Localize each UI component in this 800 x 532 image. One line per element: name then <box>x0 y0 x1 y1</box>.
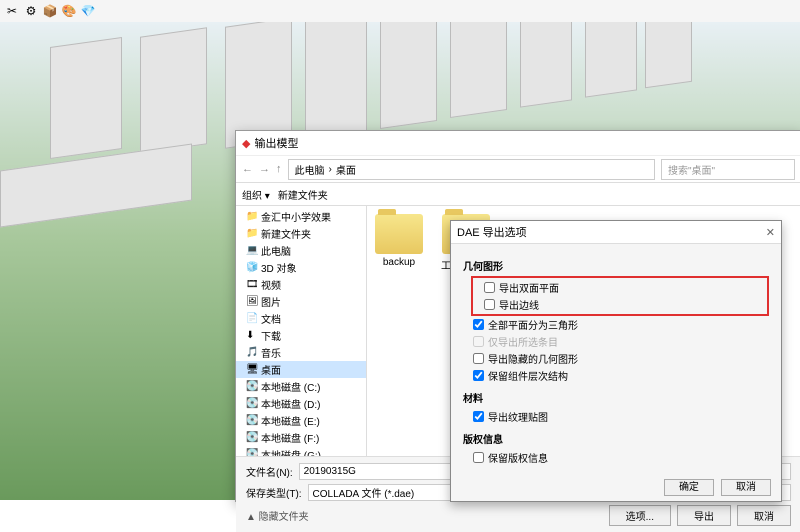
sidebar-icon: 📄 <box>246 313 258 324</box>
cb-credits[interactable]: 保留版权信息 <box>473 449 769 466</box>
back-icon[interactable]: ← <box>242 163 253 175</box>
cb-two-faces[interactable]: 导出双面平面 <box>484 279 766 296</box>
sidebar-tree[interactable]: 📁金汇中小学效果📁新建文件夹💻此电脑🧊3D 对象🎞视频🖼图片📄文档⬇下载🎵音乐🖥… <box>236 206 367 456</box>
options-dialog: DAE 导出选项 ✕ 几何图形 导出双面平面 导出边线 全部平面分为三角形 仅导… <box>450 220 782 502</box>
section-geometry: 几何图形 <box>463 258 769 273</box>
sidebar-icon: 💽 <box>246 432 258 443</box>
sidebar-label: 新建文件夹 <box>261 226 311 241</box>
section-material: 材料 <box>463 390 769 405</box>
sidebar-item[interactable]: 📁金汇中小学效果 <box>236 208 366 225</box>
sidebar-icon: 📁 <box>246 228 258 239</box>
folder-item[interactable]: backup <box>375 214 423 268</box>
highlight-box: 导出双面平面 导出边线 <box>471 276 769 316</box>
filename-label: 文件名(N): <box>246 464 293 479</box>
sidebar-icon: 🖼 <box>246 296 258 307</box>
sidebar-item[interactable]: 📁新建文件夹 <box>236 225 366 242</box>
cb-hidden: 仅导出所选条目 <box>473 333 769 350</box>
path-field[interactable]: 此电脑 › 桌面 <box>288 159 656 180</box>
new-folder-button[interactable]: 新建文件夹 <box>278 187 328 202</box>
filetype-label: 保存类型(T): <box>246 485 302 500</box>
sidebar-item[interactable]: 🖼图片 <box>236 293 366 310</box>
cb-hidden-geo[interactable]: 导出隐藏的几何图形 <box>473 350 769 367</box>
sidebar-icon: 💻 <box>246 245 258 256</box>
sidebar-label: 文档 <box>261 311 281 326</box>
sidebar-icon: 📁 <box>246 211 258 222</box>
sidebar-label: 下载 <box>261 328 281 343</box>
tool-icon[interactable]: ✂ <box>4 3 20 19</box>
main-toolbar: ✂ ⚙ 📦 🎨 💎 <box>0 0 800 23</box>
sidebar-label: 3D 对象 <box>261 260 297 275</box>
organize-menu[interactable]: 组织 ▾ <box>242 187 270 202</box>
sidebar-label: 音乐 <box>261 345 281 360</box>
sidebar-label: 此电脑 <box>261 243 291 258</box>
folder-icon <box>375 214 423 254</box>
sidebar-icon: 💽 <box>246 398 258 409</box>
cb-triangulate[interactable]: 全部平面分为三角形 <box>473 316 769 333</box>
sidebar-item[interactable]: 💽本地磁盘 (C:) <box>236 378 366 395</box>
sidebar-icon: 💽 <box>246 415 258 426</box>
sidebar-icon: 🎵 <box>246 347 258 358</box>
sidebar-item[interactable]: 💻此电脑 <box>236 242 366 259</box>
sidebar-item[interactable]: ⬇下载 <box>236 327 366 344</box>
app-icon: ◆ <box>242 137 250 150</box>
sidebar-icon: 🧊 <box>246 262 258 273</box>
sidebar-item[interactable]: 🖥桌面 <box>236 361 366 378</box>
tool-icon[interactable]: ⚙ <box>23 3 39 19</box>
tool-icon[interactable]: 📦 <box>42 3 58 19</box>
sidebar-item[interactable]: 💽本地磁盘 (D:) <box>236 395 366 412</box>
sidebar-label: 本地磁盘 (F:) <box>261 430 319 445</box>
sidebar-item[interactable]: 💽本地磁盘 (E:) <box>236 412 366 429</box>
options-title: DAE 导出选项 <box>457 224 527 240</box>
sidebar-label: 本地磁盘 (G:) <box>261 447 321 456</box>
breadcrumb-item[interactable]: 此电脑 <box>295 162 325 177</box>
cb-hierarchy[interactable]: 保留组件层次结构 <box>473 367 769 384</box>
sidebar-item[interactable]: 💽本地磁盘 (F:) <box>236 429 366 446</box>
sidebar-item[interactable]: 🧊3D 对象 <box>236 259 366 276</box>
section-copyright: 版权信息 <box>463 431 769 446</box>
cb-edges[interactable]: 导出边线 <box>484 296 766 313</box>
cancel-button[interactable]: 取消 <box>721 479 771 496</box>
sidebar-item[interactable]: 📄文档 <box>236 310 366 327</box>
hide-folders-toggle[interactable]: ▲ 隐藏文件夹 <box>246 508 309 523</box>
sidebar-item[interactable]: 🎵音乐 <box>236 344 366 361</box>
close-icon[interactable]: ✕ <box>766 226 775 239</box>
sidebar-label: 图片 <box>261 294 281 309</box>
sidebar-icon: ⬇ <box>246 330 258 341</box>
options-button[interactable]: 选项... <box>609 505 671 526</box>
ok-button[interactable]: 确定 <box>664 479 714 496</box>
sidebar-icon: 💽 <box>246 381 258 392</box>
sidebar-label: 本地磁盘 (E:) <box>261 413 320 428</box>
sidebar-label: 金汇中小学效果 <box>261 209 331 224</box>
sidebar-label: 本地磁盘 (C:) <box>261 379 320 394</box>
export-button[interactable]: 导出 <box>677 505 731 526</box>
breadcrumb-bar: ← → ↑ 此电脑 › 桌面 搜索"桌面" <box>236 156 800 183</box>
cb-textures[interactable]: 导出纹理贴图 <box>473 408 769 425</box>
breadcrumb-item[interactable]: 桌面 <box>336 162 356 177</box>
sidebar-item[interactable]: 💽本地磁盘 (G:) <box>236 446 366 456</box>
sidebar-item[interactable]: 🎞视频 <box>236 276 366 293</box>
search-input[interactable]: 搜索"桌面" <box>661 159 795 180</box>
tool-icon[interactable]: 💎 <box>80 3 96 19</box>
sidebar-icon: 🖥 <box>246 364 258 375</box>
sidebar-icon: 💽 <box>246 449 258 456</box>
cancel-button[interactable]: 取消 <box>737 505 791 526</box>
dialog-title: ◆ 输出模型 <box>236 131 800 156</box>
up-icon[interactable]: ↑ <box>276 163 282 175</box>
dialog-title-text: 输出模型 <box>254 135 298 151</box>
forward-icon[interactable]: → <box>259 163 270 175</box>
sidebar-icon: 🎞 <box>246 279 258 290</box>
sidebar-label: 本地磁盘 (D:) <box>261 396 320 411</box>
sidebar-label: 桌面 <box>261 362 281 377</box>
sidebar-label: 视频 <box>261 277 281 292</box>
file-toolbar: 组织 ▾ 新建文件夹 <box>236 183 800 206</box>
tool-icon[interactable]: 🎨 <box>61 3 77 19</box>
